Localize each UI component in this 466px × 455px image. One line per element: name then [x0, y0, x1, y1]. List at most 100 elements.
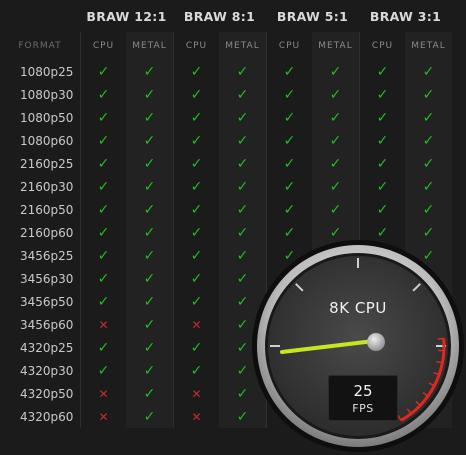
supported-check-icon: ✓: [266, 83, 312, 106]
supported-check-icon: ✓: [80, 106, 126, 129]
supported-check-icon: ✓: [359, 152, 405, 175]
metal-column-header: METAL: [405, 32, 452, 60]
supported-check-icon: ✓: [359, 198, 405, 221]
supported-check-icon: ✓: [312, 129, 359, 152]
supported-check-icon: ✓: [266, 175, 312, 198]
supported-check-icon: ✓: [126, 198, 173, 221]
format-label: 3456p60: [20, 317, 74, 332]
supported-check-icon: ✓: [173, 129, 219, 152]
supported-check-icon: ✓: [359, 106, 405, 129]
supported-check-icon: ✓: [80, 244, 126, 267]
supported-check-icon: ✓: [173, 290, 219, 313]
supported-check-icon: ✓: [126, 152, 173, 175]
supported-check-icon: ✓: [219, 175, 266, 198]
gauge-hub: [367, 333, 385, 351]
fps-readout: 25 FPS: [328, 375, 398, 421]
supported-check-icon: ✓: [312, 60, 359, 83]
supported-check-icon: ✓: [173, 83, 219, 106]
format-label: 3456p50: [20, 294, 74, 309]
supported-check-icon: ✓: [126, 405, 173, 428]
supported-check-icon: ✓: [80, 336, 126, 359]
format-label: 2160p50: [20, 202, 74, 217]
supported-check-icon: ✓: [405, 60, 452, 83]
unsupported-cross-icon: ✕: [80, 313, 126, 336]
supported-check-icon: ✓: [173, 198, 219, 221]
gauge-dial: [252, 240, 464, 452]
format-label: 2160p25: [20, 156, 74, 171]
metal-column-header: METAL: [312, 32, 359, 60]
supported-check-icon: ✓: [312, 106, 359, 129]
supported-check-icon: ✓: [80, 290, 126, 313]
supported-check-icon: ✓: [405, 129, 452, 152]
format-label: 4320p30: [20, 363, 74, 378]
supported-check-icon: ✓: [312, 198, 359, 221]
format-label: 2160p30: [20, 179, 74, 194]
supported-check-icon: ✓: [405, 198, 452, 221]
column-group-title: BRAW 3:1: [369, 8, 442, 24]
supported-check-icon: ✓: [312, 152, 359, 175]
supported-check-icon: ✓: [126, 359, 173, 382]
supported-check-icon: ✓: [126, 313, 173, 336]
supported-check-icon: ✓: [266, 198, 312, 221]
supported-check-icon: ✓: [173, 221, 219, 244]
supported-check-icon: ✓: [126, 221, 173, 244]
supported-check-icon: ✓: [126, 336, 173, 359]
supported-check-icon: ✓: [173, 359, 219, 382]
supported-check-icon: ✓: [359, 129, 405, 152]
format-label: 4320p25: [20, 340, 74, 355]
format-label: 2160p60: [20, 225, 74, 240]
supported-check-icon: ✓: [405, 152, 452, 175]
format-column-header: FORMAT: [18, 41, 62, 51]
format-label: 1080p60: [20, 133, 74, 148]
format-label: 4320p60: [20, 409, 74, 424]
supported-check-icon: ✓: [126, 244, 173, 267]
fps-value: 25: [353, 382, 373, 400]
supported-check-icon: ✓: [312, 175, 359, 198]
metal-column-header: METAL: [219, 32, 266, 60]
supported-check-icon: ✓: [405, 106, 452, 129]
supported-check-icon: ✓: [80, 198, 126, 221]
unsupported-cross-icon: ✕: [173, 382, 219, 405]
supported-check-icon: ✓: [266, 129, 312, 152]
supported-check-icon: ✓: [173, 244, 219, 267]
supported-check-icon: ✓: [359, 175, 405, 198]
supported-check-icon: ✓: [126, 129, 173, 152]
supported-check-icon: ✓: [173, 267, 219, 290]
unsupported-cross-icon: ✕: [80, 382, 126, 405]
supported-check-icon: ✓: [173, 60, 219, 83]
supported-check-icon: ✓: [80, 267, 126, 290]
supported-check-icon: ✓: [359, 83, 405, 106]
supported-check-icon: ✓: [126, 106, 173, 129]
supported-check-icon: ✓: [219, 60, 266, 83]
format-label: 1080p50: [20, 110, 74, 125]
metal-column-header: METAL: [126, 32, 173, 60]
supported-check-icon: ✓: [80, 129, 126, 152]
supported-check-icon: ✓: [173, 175, 219, 198]
supported-check-icon: ✓: [405, 83, 452, 106]
supported-check-icon: ✓: [126, 267, 173, 290]
unsupported-cross-icon: ✕: [173, 405, 219, 428]
supported-check-icon: ✓: [80, 83, 126, 106]
supported-check-icon: ✓: [80, 175, 126, 198]
supported-check-icon: ✓: [219, 129, 266, 152]
fps-gauge: 8K CPU 25 FPS: [250, 237, 466, 455]
column-group-title: BRAW 12:1: [86, 8, 167, 24]
supported-check-icon: ✓: [126, 290, 173, 313]
unsupported-cross-icon: ✕: [173, 313, 219, 336]
gauge-title: 8K CPU: [329, 299, 387, 317]
cpu-column-header: CPU: [80, 32, 126, 60]
column-group-title: BRAW 5:1: [276, 8, 349, 24]
cpu-column-header: CPU: [173, 32, 219, 60]
supported-check-icon: ✓: [219, 106, 266, 129]
supported-check-icon: ✓: [126, 175, 173, 198]
speed-test-results: BRAW 12:1 BRAW 8:1 BRAW 5:1 BRAW 3:1 FORMAT C…: [0, 0, 466, 455]
format-label: 1080p30: [20, 87, 74, 102]
gauge-redzone-tick: [437, 337, 444, 340]
supported-check-icon: ✓: [359, 60, 405, 83]
format-label: 1080p25: [20, 64, 74, 79]
unsupported-cross-icon: ✕: [80, 405, 126, 428]
format-label: 4320p50: [20, 386, 74, 401]
supported-check-icon: ✓: [219, 198, 266, 221]
fps-unit: FPS: [352, 402, 374, 415]
supported-check-icon: ✓: [80, 359, 126, 382]
